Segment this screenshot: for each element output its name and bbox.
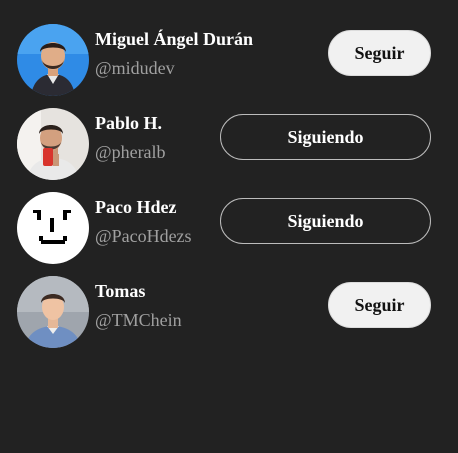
user-handle: @TMChein bbox=[95, 310, 182, 330]
avatar bbox=[17, 276, 89, 348]
user-card: Tomas @TMChein Seguir bbox=[0, 269, 458, 353]
avatar bbox=[17, 108, 89, 180]
user-name: Miguel Ángel Durán bbox=[95, 29, 254, 49]
user-name: Paco Hdez bbox=[95, 197, 177, 217]
follow-button[interactable]: Seguir bbox=[328, 30, 431, 76]
avatar bbox=[17, 192, 89, 264]
avatar-photo-icon bbox=[17, 108, 89, 180]
user-card: Paco Hdez @PacoHdezs Siguiendo bbox=[0, 185, 458, 269]
user-handle: @PacoHdezs bbox=[95, 226, 192, 246]
avatar-photo-icon bbox=[17, 276, 89, 348]
follow-button[interactable]: Seguir bbox=[328, 282, 431, 328]
user-name: Tomas bbox=[95, 281, 146, 301]
following-button[interactable]: Siguiendo bbox=[220, 198, 431, 244]
avatar-pixel-face-icon bbox=[17, 192, 89, 264]
user-handle: @pheralb bbox=[95, 142, 166, 162]
user-handle: @midudev bbox=[95, 58, 175, 78]
user-card: Miguel Ángel Durán @midudev Seguir bbox=[0, 17, 458, 101]
following-button[interactable]: Siguiendo bbox=[220, 114, 431, 160]
avatar bbox=[17, 24, 89, 96]
user-card: Pablo H. @pheralb Siguiendo bbox=[0, 101, 458, 185]
follow-suggestions-list: Miguel Ángel Durán @midudev Seguir Pablo… bbox=[0, 0, 458, 453]
avatar-photo-icon bbox=[17, 24, 89, 96]
user-name: Pablo H. bbox=[95, 113, 163, 133]
